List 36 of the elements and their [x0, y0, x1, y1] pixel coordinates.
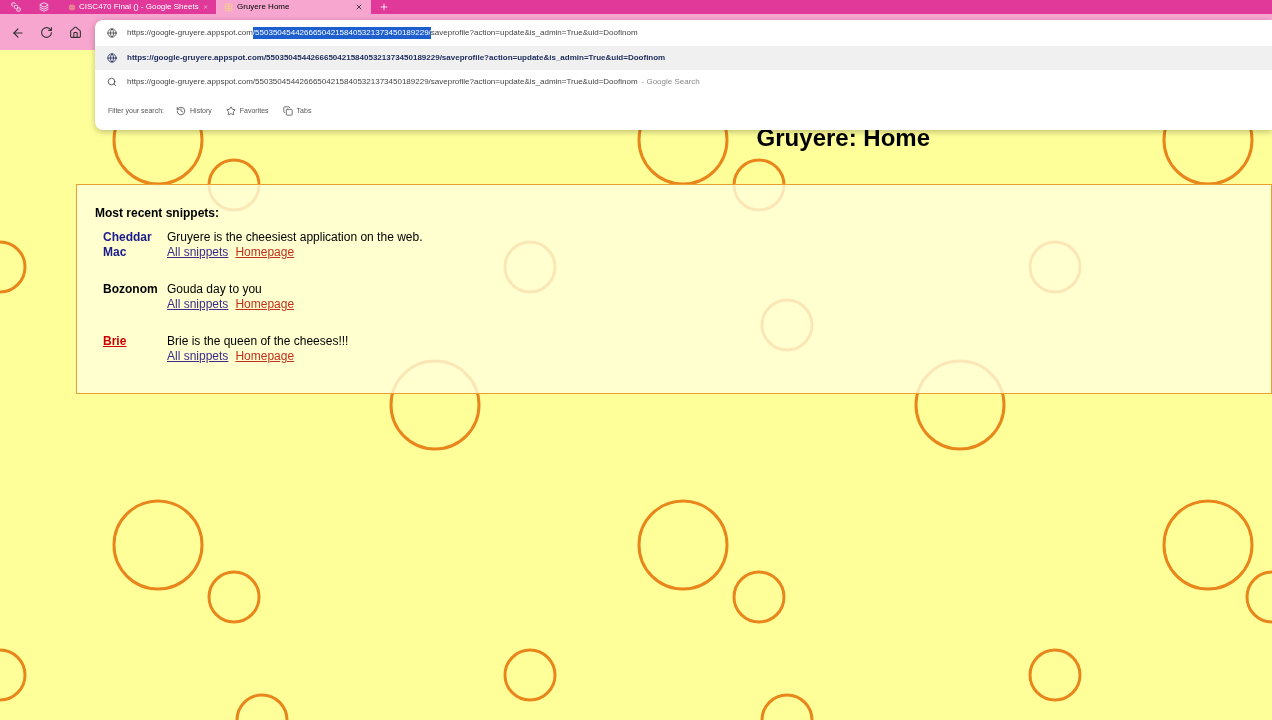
history-icon	[176, 106, 187, 116]
globe-icon	[107, 28, 117, 38]
close-icon[interactable]	[355, 3, 363, 11]
snippet-link[interactable]: Homepage	[235, 349, 295, 364]
suggestion-item[interactable]: https://google-gruyere.appspot.com/550350454426665042158405321373450189229/saveprofile?action=update&is_admin=True&uid=Doofinom - Google Search	[95, 70, 1272, 94]
globe-icon	[107, 53, 117, 63]
new-tab-icon[interactable]	[379, 2, 389, 12]
back-icon[interactable]	[11, 26, 25, 40]
suggestion-hint: - Google Search	[641, 76, 700, 88]
snippet-link[interactable]: All snippets	[167, 245, 229, 260]
snippets-heading: Most recent snippets:	[95, 205, 221, 222]
snippet-link[interactable]: Homepage	[235, 297, 295, 312]
tab-title: Gruyere Home	[237, 1, 291, 13]
reload-icon[interactable]	[40, 26, 53, 39]
snippet-text: Gruyere is the cheesiest application on the web.	[167, 230, 423, 245]
search-icon	[107, 77, 117, 87]
suggestion-text: https://google-gruyere.appspot.com/550350454426665042158405321373450189229/saveprofile?action=update&is_admin=True&uid=Doofinom	[127, 52, 666, 64]
snippet-author[interactable]: Bozonom	[103, 282, 167, 312]
home-icon[interactable]	[69, 26, 82, 39]
star-icon	[225, 106, 236, 116]
tab-favicon-icon	[224, 2, 233, 12]
tab-favicon-icon	[69, 2, 76, 12]
url-prefix: https://google-gruyere.appspot.com	[127, 27, 253, 39]
browser-tab[interactable]: Gruyere Home	[216, 0, 371, 14]
snippet-link[interactable]: Homepage	[235, 245, 295, 260]
snippet-text: Gouda day to you	[167, 282, 263, 297]
snippet-link[interactable]: All snippets	[167, 349, 229, 364]
tab-title: CISC470 Final () - Google Sheets	[79, 1, 199, 13]
snippet-author[interactable]: Brie	[103, 334, 167, 364]
snippet-text: Brie is the queen of the cheeses!!!	[167, 334, 349, 349]
suggestion-text: https://google-gruyere.appspot.com/550350454426665042158405321373450189229/saveprofile?action=update&is_admin=True&uid=Doofinom	[127, 76, 638, 88]
snippet-author[interactable]: Cheddar Mac	[103, 230, 167, 260]
snippet-link[interactable]: All snippets	[167, 297, 229, 312]
tabs-icon	[282, 106, 293, 116]
page-title: Gruyere: Home	[756, 123, 930, 153]
suggestion-item[interactable]: https://google-gruyere.appspot.com/550350454426665042158405321373450189229/saveprofile?action=update&is_admin=True&uid=Doofinom	[95, 46, 1272, 70]
